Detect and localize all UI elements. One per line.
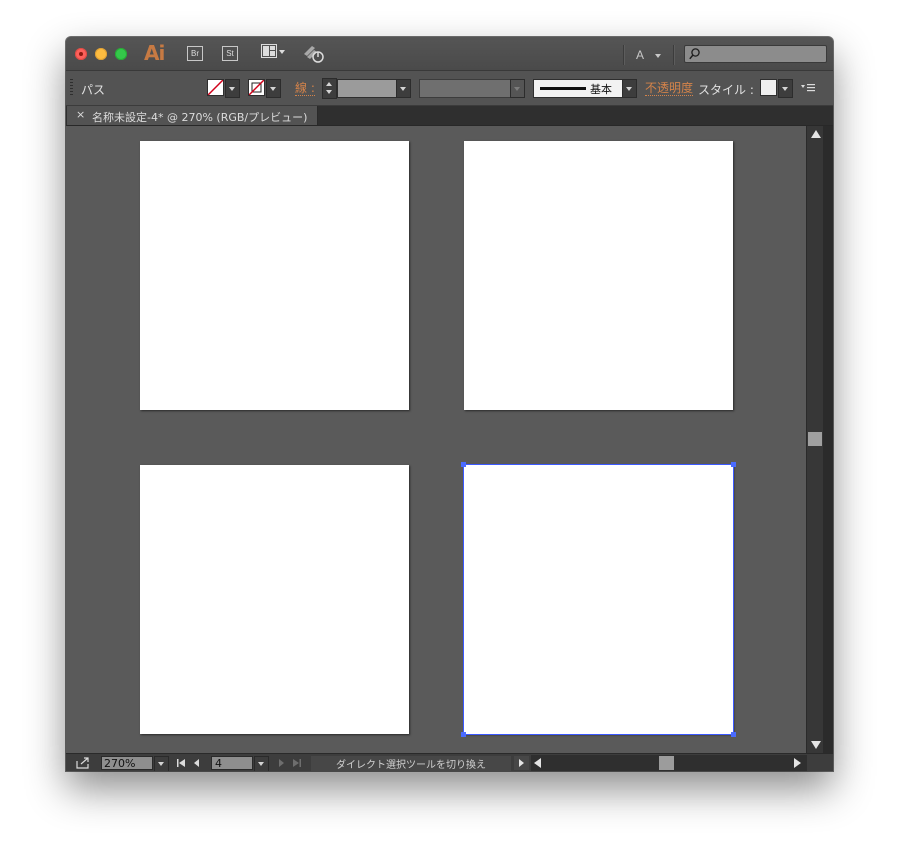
panel-menu-icon[interactable] bbox=[801, 82, 815, 94]
artboard-4-selected[interactable] bbox=[463, 464, 734, 735]
brush-definition-label: 基本 bbox=[590, 83, 612, 96]
zoom-level-field[interactable]: 270% bbox=[101, 756, 153, 770]
status-message: ダイレクト選択ツールを切り換え bbox=[311, 756, 511, 771]
window-edge bbox=[823, 126, 833, 771]
search-input[interactable] bbox=[684, 45, 827, 63]
stepper-down-icon[interactable] bbox=[326, 90, 332, 94]
artboard-1[interactable] bbox=[140, 141, 409, 410]
previous-artboard-icon[interactable] bbox=[192, 758, 202, 768]
vertical-scrollbar[interactable] bbox=[806, 126, 824, 753]
workspace-dropdown-icon[interactable] bbox=[655, 54, 661, 58]
stroke-weight-field[interactable] bbox=[337, 79, 397, 98]
stroke-weight-dropdown[interactable] bbox=[396, 79, 411, 98]
stroke-weight-stepper[interactable] bbox=[322, 78, 337, 99]
anchor-point-bottom-right[interactable] bbox=[731, 732, 736, 737]
graphic-style-dropdown[interactable] bbox=[778, 79, 793, 98]
stroke-swatch[interactable] bbox=[248, 79, 265, 96]
stroke-weight-label[interactable]: 線 : bbox=[295, 82, 315, 96]
close-tab-button[interactable]: × bbox=[76, 108, 85, 121]
anchor-point-bottom-left[interactable] bbox=[461, 732, 466, 737]
brush-stroke-preview bbox=[540, 87, 586, 90]
panel-grip[interactable] bbox=[70, 79, 73, 97]
fill-swatch[interactable] bbox=[207, 79, 224, 96]
scroll-right-icon[interactable] bbox=[794, 758, 801, 768]
none-fill-icon bbox=[208, 80, 223, 95]
zoom-level-dropdown[interactable] bbox=[154, 756, 169, 771]
bridge-button[interactable]: Br bbox=[187, 46, 203, 61]
variable-width-profile-dropdown bbox=[510, 79, 525, 98]
variable-width-profile-field bbox=[419, 79, 511, 98]
horizontal-scrollbar[interactable] bbox=[531, 755, 807, 771]
scroll-up-icon[interactable] bbox=[811, 130, 821, 138]
artboard-3[interactable] bbox=[140, 465, 409, 734]
illustrator-window: Ai Br St A パス 線: 基本 不透明度 スタイル: × 名称未設定… bbox=[66, 37, 833, 771]
next-artboard-icon bbox=[279, 759, 284, 767]
status-menu-icon[interactable] bbox=[514, 756, 529, 770]
anchor-point-top-right[interactable] bbox=[731, 462, 736, 467]
artboard-number-field[interactable]: 4 bbox=[211, 756, 253, 770]
none-stroke-icon bbox=[249, 80, 264, 95]
gpu-performance-icon[interactable] bbox=[302, 44, 326, 64]
last-artboard-icon bbox=[293, 759, 301, 767]
graphic-style-swatch[interactable] bbox=[760, 79, 777, 96]
workspace-switcher[interactable]: A bbox=[636, 48, 644, 62]
artboard-number-dropdown[interactable] bbox=[254, 756, 269, 771]
stroke-dropdown[interactable] bbox=[266, 79, 281, 98]
document-tab[interactable]: × 名称未設定-4* @ 270% (RGB/プレビュー) bbox=[67, 106, 318, 125]
scroll-left-icon[interactable] bbox=[534, 758, 541, 768]
canvas[interactable] bbox=[66, 126, 806, 753]
scroll-down-icon[interactable] bbox=[811, 741, 821, 749]
brush-definition-dropdown[interactable] bbox=[622, 79, 637, 98]
document-tab-title[interactable]: 名称未設定-4* @ 270% (RGB/プレビュー) bbox=[92, 109, 307, 125]
first-artboard-icon[interactable] bbox=[176, 758, 186, 768]
arrange-documents-icon[interactable] bbox=[261, 44, 287, 62]
share-icon[interactable] bbox=[76, 757, 90, 769]
brush-definition-field[interactable]: 基本 bbox=[533, 79, 623, 98]
titlebar-divider bbox=[623, 45, 625, 65]
document-tab-bar: × 名称未設定-4* @ 270% (RGB/プレビュー) bbox=[66, 106, 833, 126]
anchor-point-top-left[interactable] bbox=[461, 462, 466, 467]
control-bar: パス 線 : 基本 不透明度 スタイル : bbox=[66, 71, 833, 106]
titlebar-divider bbox=[673, 45, 675, 65]
artboard-2[interactable] bbox=[464, 141, 733, 410]
close-window-button[interactable] bbox=[75, 48, 87, 60]
stock-button[interactable]: St bbox=[222, 46, 238, 61]
minimize-window-button[interactable] bbox=[95, 48, 107, 60]
vertical-scroll-thumb[interactable] bbox=[808, 432, 822, 446]
horizontal-scroll-thumb[interactable] bbox=[659, 756, 674, 770]
search-icon bbox=[689, 48, 700, 60]
opacity-label[interactable]: 不透明度 bbox=[645, 82, 694, 96]
status-bar: 270% 4 ダイレクト選択ツールを切り換え bbox=[66, 753, 833, 771]
title-bar: Ai Br St A bbox=[66, 37, 833, 71]
stepper-up-icon[interactable] bbox=[326, 82, 332, 86]
style-label: スタイル : bbox=[698, 83, 754, 97]
selection-type-label: パス bbox=[81, 83, 106, 97]
fill-dropdown[interactable] bbox=[225, 79, 240, 98]
app-logo: Ai bbox=[144, 41, 165, 65]
zoom-window-button[interactable] bbox=[115, 48, 127, 60]
